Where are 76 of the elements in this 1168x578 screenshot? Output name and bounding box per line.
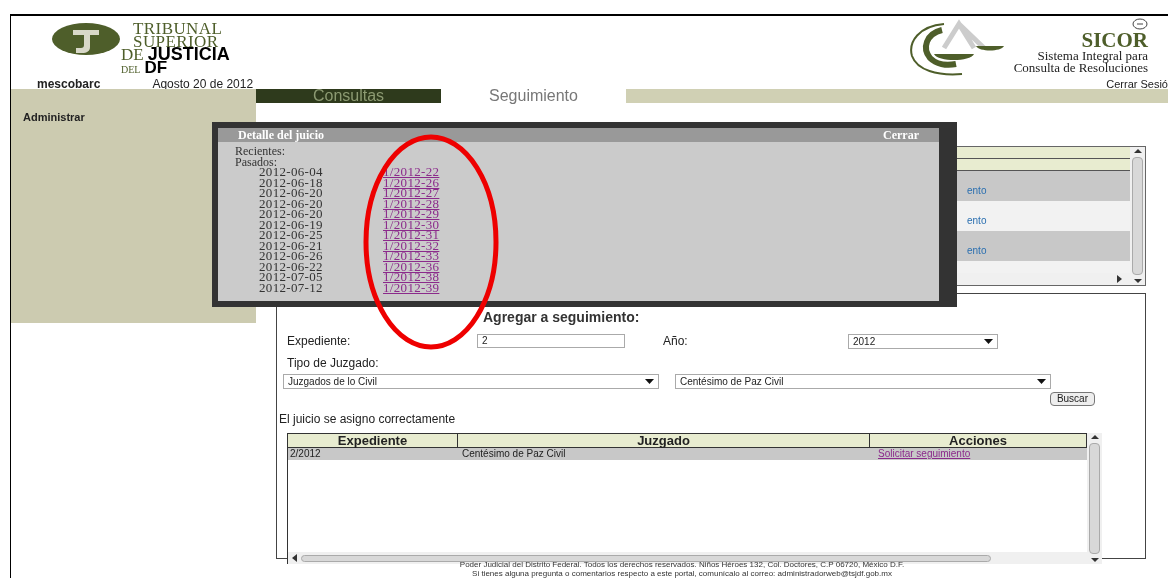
case-link[interactable]: 1/2012-36 — [383, 261, 440, 272]
date-text: 2012-07-05 — [259, 272, 324, 283]
field-label: Tipo de Juzgado: — [286, 355, 380, 372]
column-header: Juzgado — [458, 434, 870, 447]
logo-text: TRIBUNAL — [132, 22, 224, 35]
logo-text: SUPERIOR — [133, 35, 219, 48]
column-header: Expediente — [288, 434, 458, 447]
case-link[interactable]: 1/2012-33 — [383, 251, 440, 262]
logo-subtitle: Sistema Integral para — [1037, 50, 1148, 62]
date-text: 2012-06-20 — [259, 198, 324, 209]
vertical-scrollbar[interactable] — [1130, 147, 1145, 285]
footer-text: Poder Judicial del Distrito Federal. Todos los derechos reservados. Niños Héroes 132, Col. Doctores, C.P 06720, México D.F. — [459, 560, 905, 569]
tab[interactable]: Consultas — [256, 89, 441, 103]
table-cell-text: Centésimo de Paz Civil — [461, 448, 567, 460]
case-link[interactable]: 1/2012-31 — [383, 230, 440, 241]
field-label: Expediente: — [287, 333, 352, 350]
modal-title: Detalle del juicio — [238, 127, 324, 144]
court-type-select[interactable]: Juzgados de lo Civil — [283, 374, 659, 389]
current-date: Agosto 20 de 2012 — [152, 78, 254, 90]
footer-text: Si tienes alguna pregunta o comentarios respecto a este portal, comunícalo al correo: administradorweb@tsjdf.gob.mx — [472, 569, 892, 578]
logo-text: DE — [121, 48, 144, 61]
date-text: 2012-06-26 — [259, 251, 324, 262]
table-link[interactable]: ento — [967, 213, 987, 228]
date-text: 2012-06-25 — [259, 230, 324, 241]
vertical-scrollbar[interactable] — [1087, 433, 1102, 564]
status-message: El juicio se asigno correctamente — [279, 411, 457, 428]
logo-text: JUSTICIA — [147, 48, 230, 61]
logout-link[interactable]: Cerrar Sesió — [1106, 78, 1168, 90]
scroll-up-arrow-icon[interactable] — [1090, 435, 1099, 439]
date-text: 2012-06-21 — [259, 240, 324, 251]
case-link[interactable]: 1/2012-27 — [383, 188, 440, 199]
year-select[interactable]: 2012 — [848, 333, 998, 349]
logo-text: DEL — [121, 63, 141, 76]
date-text: 2012-06-18 — [259, 177, 324, 188]
search-button[interactable]: Buscar — [1049, 392, 1095, 406]
case-link[interactable]: 1/2012-32 — [383, 240, 440, 251]
horizontal-scrollbar[interactable] — [288, 552, 1087, 564]
scroll-down-arrow-icon[interactable] — [1090, 558, 1099, 562]
case-link[interactable]: 1/2012-38 — [383, 272, 440, 283]
date-text: 2012-06-19 — [259, 219, 324, 230]
field-label: Año: — [663, 333, 689, 350]
follow-link[interactable]: Solicitar seguimiento — [870, 448, 971, 460]
case-link[interactable]: 1/2012-26 — [383, 177, 440, 188]
close-link[interactable]: Cerrar — [883, 126, 919, 144]
logo-text: DF — [144, 61, 168, 74]
expediente-input-field[interactable]: 2 — [477, 334, 625, 348]
date-text: 2012-06-20 — [259, 188, 324, 199]
table-cell-text: 2/2012 — [289, 448, 322, 460]
username: mescobarc — [37, 78, 101, 90]
table-link[interactable]: ento — [967, 183, 987, 198]
badge-icon — [1132, 18, 1148, 30]
scroll-left-arrow-icon[interactable] — [292, 554, 297, 562]
table-link[interactable]: ento — [967, 243, 987, 258]
sidebar-item[interactable]: Administrar — [11, 109, 256, 126]
date-text: 2012-06-04 — [259, 167, 324, 178]
date-text: 2012-06-22 — [259, 261, 324, 272]
case-link[interactable]: 1/2012-30 — [383, 219, 440, 230]
caret-icon — [1037, 379, 1046, 384]
caret-icon — [984, 338, 993, 344]
scroll-right-arrow-icon[interactable] — [1117, 275, 1122, 283]
section-title: Agregar a seguimiento: — [483, 310, 641, 324]
logo-subtitle: Consulta de Resoluciones — [1013, 62, 1148, 74]
caret-icon — [645, 379, 654, 384]
logo-emblem-icon — [51, 22, 121, 56]
court-select[interactable]: Centésimo de Paz Civil — [675, 374, 1051, 389]
case-link[interactable]: 1/2012-22 — [383, 167, 440, 178]
list-label: Pasados: — [235, 156, 277, 167]
list-label: Recientes: — [235, 146, 286, 157]
logo-title: SICOR — [1081, 30, 1148, 50]
scroll-up-arrow-icon[interactable] — [1133, 149, 1142, 153]
date-text: 2012-06-20 — [259, 209, 324, 220]
case-link[interactable]: 1/2012-39 — [383, 282, 440, 293]
case-link[interactable]: 1/2012-29 — [383, 209, 440, 220]
date-text: 2012-07-12 — [259, 282, 324, 293]
case-link[interactable]: 1/2012-28 — [383, 198, 440, 209]
scroll-down-arrow-icon[interactable] — [1133, 279, 1142, 283]
